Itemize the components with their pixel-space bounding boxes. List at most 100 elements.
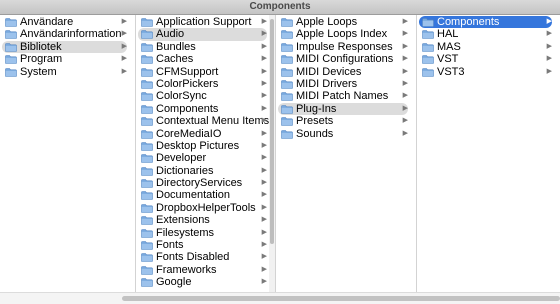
chevron-right-icon: ▶ xyxy=(402,129,408,137)
chevron-right-icon: ▶ xyxy=(546,18,552,25)
horizontal-scroll-thumb[interactable] xyxy=(122,296,560,301)
list-item[interactable]: Contextual Menu Items ▶ xyxy=(136,115,269,127)
list-item[interactable]: Documentation ▶ xyxy=(136,189,267,201)
folder-icon xyxy=(422,55,434,64)
folder-icon xyxy=(5,18,17,27)
list-item[interactable]: Användarinformation ▶ xyxy=(0,28,127,40)
column-2-scroll-thumb[interactable] xyxy=(270,19,274,244)
list-item[interactable]: VST ▶ xyxy=(417,53,552,65)
list-item[interactable]: Google ▶ xyxy=(136,276,267,288)
chevron-right-icon: ▶ xyxy=(261,228,267,236)
list-item[interactable]: Impulse Responses ▶ xyxy=(276,41,408,53)
item-label: Användare xyxy=(20,16,74,28)
item-label: Developer xyxy=(156,152,207,165)
horizontal-scrollbar[interactable] xyxy=(0,292,560,304)
list-item[interactable]: Presets ▶ xyxy=(276,115,408,127)
list-item[interactable]: Frameworks ▶ xyxy=(136,264,267,276)
column-2-scrollbar[interactable] xyxy=(269,15,275,292)
list-item[interactable]: MIDI Drivers ▶ xyxy=(276,78,408,90)
item-label: Components xyxy=(437,16,500,28)
chevron-right-icon: ▶ xyxy=(546,55,552,63)
list-item[interactable]: System ▶ xyxy=(0,66,127,78)
list-item[interactable]: Apple Loops ▶ xyxy=(276,16,408,28)
list-item[interactable]: Filesystems ▶ xyxy=(136,227,267,239)
chevron-right-icon: ▶ xyxy=(546,67,552,75)
column-4-list: Components ▶ HAL ▶ MAS ▶ VST ▶ VST3 ▶ xyxy=(417,16,552,78)
window-title-bar[interactable]: Components xyxy=(0,0,560,15)
list-item[interactable]: Fonts ▶ xyxy=(136,239,267,251)
chevron-right-icon: ▶ xyxy=(121,55,127,63)
list-item[interactable]: MIDI Configurations ▶ xyxy=(276,53,408,65)
item-label: VST xyxy=(437,53,459,66)
item-label: Användarinformation xyxy=(20,28,122,41)
list-item[interactable]: Apple Loops Index ▶ xyxy=(276,28,408,40)
list-item[interactable]: Developer ▶ xyxy=(136,152,267,164)
list-item[interactable]: Dictionaries ▶ xyxy=(136,165,267,177)
list-item[interactable]: Extensions ▶ xyxy=(136,214,267,226)
list-item[interactable]: Components ▶ xyxy=(136,103,267,115)
folder-icon xyxy=(281,55,293,64)
list-item[interactable]: CFMSupport ▶ xyxy=(136,66,267,78)
folder-icon xyxy=(141,241,153,250)
chevron-right-icon: ▶ xyxy=(261,154,267,162)
chevron-right-icon: ▶ xyxy=(261,166,267,174)
chevron-right-icon: ▶ xyxy=(261,117,267,125)
item-label: Bibliotek xyxy=(20,40,62,53)
column-3[interactable]: Apple Loops ▶ Apple Loops Index ▶ Impulse Re… xyxy=(276,15,417,292)
column-2-list: Application Support ▶ Audio ▶ Bundles ▶ Caches… xyxy=(136,16,269,289)
list-item[interactable]: MIDI Devices ▶ xyxy=(276,66,408,78)
column-4[interactable]: Components ▶ HAL ▶ MAS ▶ VST ▶ VST3 ▶ xyxy=(417,15,560,292)
folder-icon xyxy=(141,166,153,176)
list-item[interactable]: VST3 ▶ xyxy=(417,66,552,78)
folder-icon xyxy=(141,129,153,139)
list-item[interactable]: Användare ▶ xyxy=(0,16,127,28)
list-item[interactable]: MIDI Patch Names ▶ xyxy=(276,90,408,102)
folder-icon xyxy=(141,179,153,188)
item-label: DirectoryServices xyxy=(156,177,243,190)
item-label: System xyxy=(20,65,57,78)
item-label: MIDI Drivers xyxy=(296,77,358,90)
list-item[interactable]: Audio ▶ xyxy=(136,28,267,41)
list-item[interactable]: CoreMediaIO ▶ xyxy=(136,128,267,140)
item-label: Apple Loops Index xyxy=(296,28,388,41)
list-item[interactable]: MAS ▶ xyxy=(417,41,552,53)
list-item[interactable]: Desktop Pictures ▶ xyxy=(136,140,267,152)
list-item[interactable]: Bibliotek ▶ xyxy=(0,40,127,54)
folder-icon xyxy=(141,80,153,89)
list-item[interactable]: ColorSync ▶ xyxy=(136,90,267,102)
item-label: MIDI Patch Names xyxy=(296,90,389,103)
folder-icon xyxy=(141,104,153,114)
list-item[interactable]: Plug-Ins ▶ xyxy=(276,102,408,116)
list-item[interactable]: Sounds ▶ xyxy=(276,128,408,140)
chevron-right-icon: ▶ xyxy=(261,191,267,199)
list-item[interactable]: DropboxHelperTools ▶ xyxy=(136,202,267,214)
chevron-right-icon: ▶ xyxy=(402,42,408,50)
list-item[interactable]: Program ▶ xyxy=(0,53,127,65)
chevron-right-icon: ▶ xyxy=(261,265,267,273)
column-1-list: Användare ▶ Användarinformation ▶ Bibliotek ▶… xyxy=(0,16,127,78)
item-label: MIDI Configurations xyxy=(296,53,394,66)
folder-icon xyxy=(281,67,293,77)
list-item[interactable]: Caches ▶ xyxy=(136,53,267,65)
item-label: Frameworks xyxy=(156,263,217,276)
list-item[interactable]: Application Support ▶ xyxy=(136,16,267,28)
chevron-right-icon: ▶ xyxy=(261,42,267,50)
list-item[interactable]: Components ▶ xyxy=(417,16,552,29)
list-item[interactable]: Fonts Disabled ▶ xyxy=(136,251,267,263)
folder-icon xyxy=(281,80,293,89)
chevron-right-icon: ▶ xyxy=(402,67,408,75)
list-item[interactable]: DirectoryServices ▶ xyxy=(136,177,267,189)
folder-icon xyxy=(141,228,153,238)
item-label: Documentation xyxy=(156,189,230,202)
folder-icon xyxy=(422,67,434,77)
column-2[interactable]: Application Support ▶ Audio ▶ Bundles ▶ Caches… xyxy=(136,15,276,292)
folder-icon xyxy=(141,278,153,288)
item-label: Fonts Disabled xyxy=(156,251,230,264)
chevron-right-icon: ▶ xyxy=(402,104,408,112)
column-3-list: Apple Loops ▶ Apple Loops Index ▶ Impulse Re… xyxy=(276,16,408,140)
column-1[interactable]: Användare ▶ Användarinformation ▶ Bibliotek ▶… xyxy=(0,15,136,292)
list-item[interactable]: HAL ▶ xyxy=(417,28,552,40)
list-item[interactable]: ColorPickers ▶ xyxy=(136,78,267,90)
chevron-right-icon: ▶ xyxy=(402,55,408,63)
list-item[interactable]: Bundles ▶ xyxy=(136,41,267,53)
